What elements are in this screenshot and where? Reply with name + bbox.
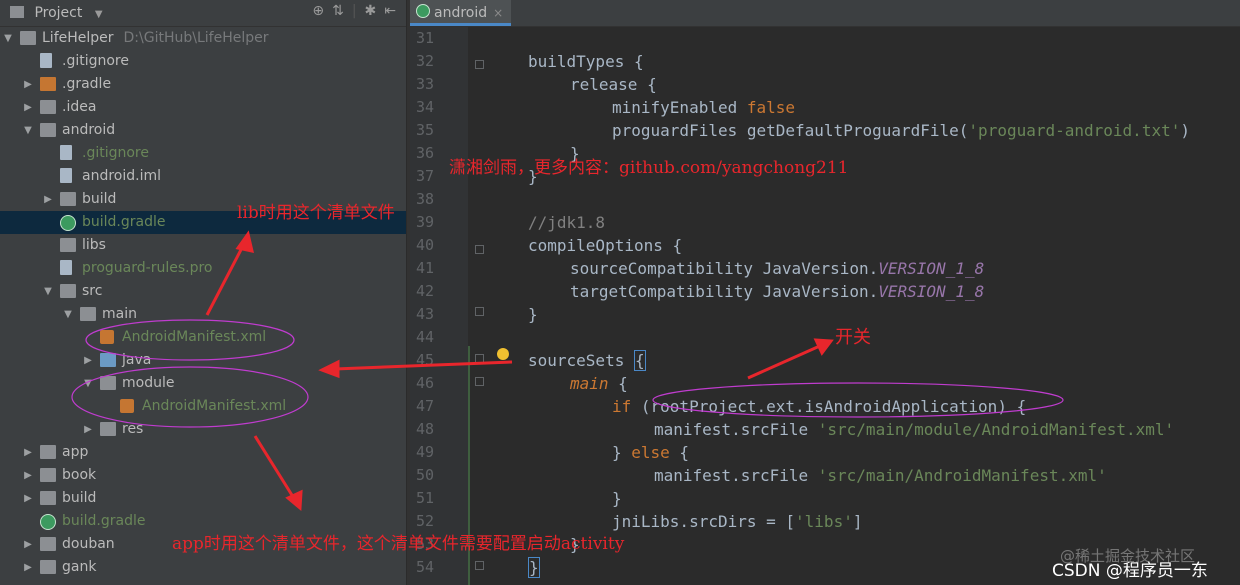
csdn-watermark: CSDN @程序员一东 xyxy=(1052,561,1208,581)
circle-root-project xyxy=(652,382,1064,418)
annotation-overlay xyxy=(71,230,1064,512)
arrow-sourcesets xyxy=(334,360,513,371)
circle-main-manifest xyxy=(85,319,295,361)
arrow-switch xyxy=(747,343,823,380)
app-note-annotation: app时用这个清单文件，这个清单文件需要配置启动activity xyxy=(172,534,625,554)
top-note-annotation: 潇湘剑雨，更多内容：github.com/yangchong211 xyxy=(449,158,849,178)
circle-module-manifest xyxy=(71,366,309,428)
arrow-app xyxy=(253,435,297,501)
switch-note-annotation: 开关 xyxy=(835,327,871,348)
arrowhead-switch xyxy=(813,338,834,356)
arrow-lib xyxy=(205,241,247,316)
lib-note-annotation: lib时用这个清单文件 xyxy=(237,203,395,223)
arrowhead-lib xyxy=(235,230,255,253)
arrowhead-sourcesets xyxy=(318,359,340,379)
